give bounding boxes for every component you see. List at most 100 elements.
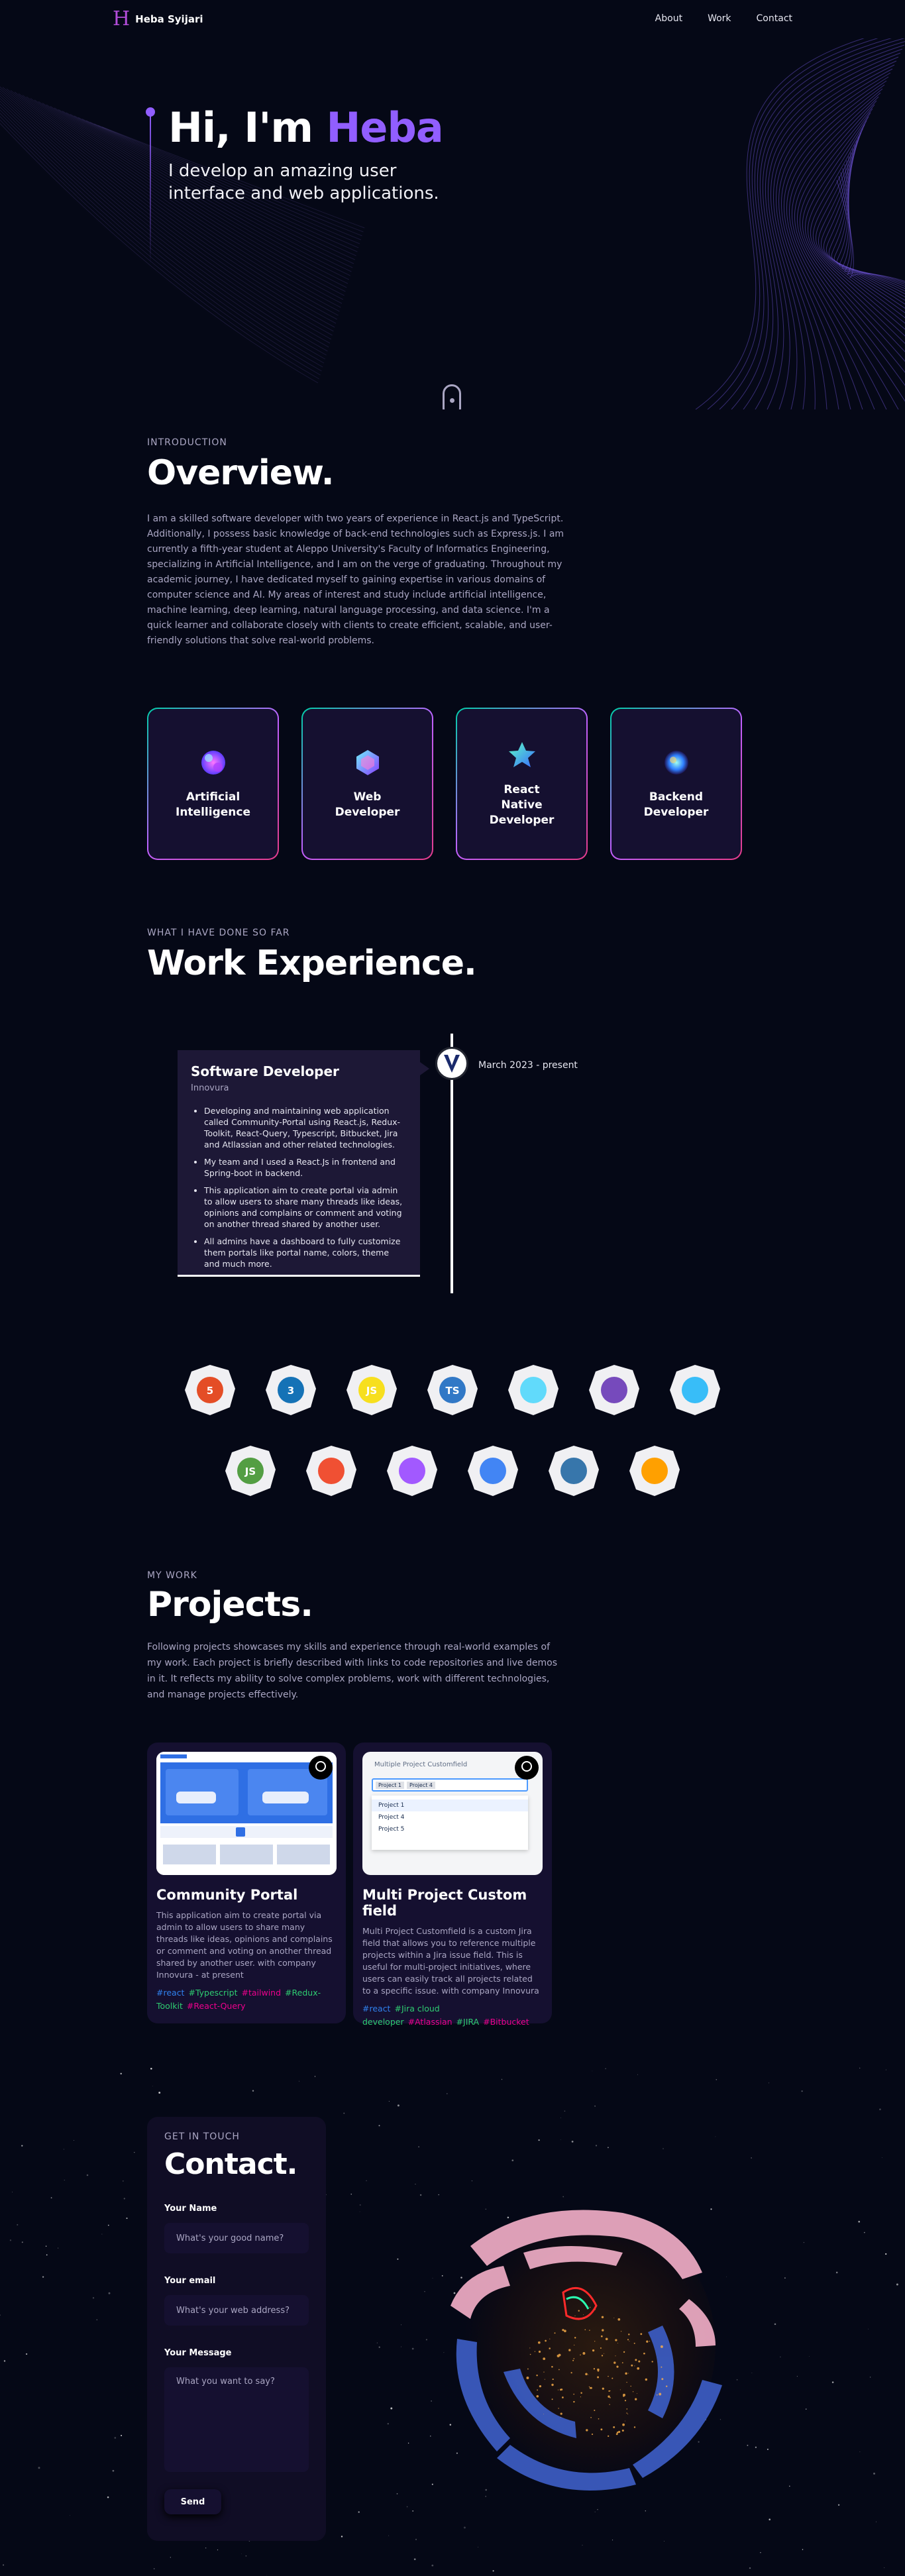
experience-company: Innovura [191,1083,229,1093]
firebase-icon [628,1444,681,1497]
nav-link-about[interactable]: About [655,13,682,24]
project-title: Community Portal [156,1887,298,1903]
project-card[interactable]: Multiple Project Customfield Project 1 P… [353,1743,552,2027]
experience-title: Work Experience. [147,943,477,983]
contact-title: Contact. [164,2147,297,2181]
github-icon[interactable] [309,1756,333,1780]
nav-links: About Work Contact [655,13,792,24]
contact-eyebrow: GET IN TOUCH [164,2131,240,2142]
chrome-icon [466,1444,519,1497]
scroll-down-indicator[interactable] [443,384,461,409]
svg-text:JS: JS [244,1466,256,1477]
python-icon [547,1444,600,1497]
mobile-icon [508,741,535,767]
email-input[interactable]: What's your web address? [164,2295,309,2326]
project-tag: #tailwind [241,1988,282,1998]
experience-point: All admins have a dashboard to fully cus… [204,1236,407,1269]
html-icon: 5 [184,1364,237,1417]
mock-option: Project 1 [372,1799,528,1811]
project-tags: #react #Typescript #tailwind #Redux-Toolkit… [156,1986,337,2013]
tailwind-icon [668,1364,721,1417]
service-title: Web Developer [335,790,400,819]
hero-title-prefix: Hi, I'm [168,103,327,152]
nav-link-work[interactable]: Work [708,13,731,24]
experience-points: Developing and maintaining web applicati… [191,1105,407,1269]
overview-section: INTRODUCTION Overview. I am a skilled so… [147,437,571,649]
hero-subtitle: I develop an amazing user interface and … [168,161,439,203]
git-icon [305,1444,358,1497]
javascript-icon: JS [345,1364,398,1417]
experience-point: My team and I used a React.Js in fronten… [204,1156,407,1179]
typescript-icon: TS [426,1364,479,1417]
projects-intro: Following projects showcases my skills a… [147,1642,557,1700]
project-tag: #react [362,2004,391,2013]
mock-option: Project 4 [378,1814,405,1821]
service-card: Artificial Intelligence [147,708,279,860]
svg-text:JS: JS [366,1385,377,1397]
project-tag: #JIRA [456,2017,480,2027]
svg-text:5: 5 [207,1385,213,1397]
service-title: Backend Developer [643,790,709,819]
project-description: This application aim to create portal vi… [156,1910,333,1980]
project-screenshot: Multiple Project Customfield Project 1 P… [362,1752,543,1875]
mock-chip: Project 4 [407,1781,436,1789]
project-tag: #React-Query [186,2001,246,2011]
send-button[interactable]: Send [164,2489,221,2514]
project-title: Multi Project Custom field [362,1887,527,1919]
project-tag: #Atlassian [407,2017,452,2027]
hero-accent-line [150,111,151,264]
name-input[interactable]: What's your good name? [164,2223,309,2253]
earth-3d-model [451,2206,722,2491]
navbar: H Heba Syijari About Work Contact [0,0,905,38]
mock-dropdown: Project 1 Project 4 Project 5 [372,1796,528,1850]
experience-section: WHAT I HAVE DONE SO FAR Work Experience. [147,928,477,983]
hero-title: Hi, I'm Heba [168,103,444,152]
css-icon: 3 [264,1364,317,1417]
experience-card: Software Developer Innovura Developing a… [178,1050,429,1277]
contact-form: GET IN TOUCH Contact. Your Name What's y… [147,2117,326,2541]
project-tag: #Typescript [188,1988,238,1998]
service-card: React Native Developer [456,708,588,860]
projects-section: MY WORK Projects. Following projects sho… [147,1570,558,1703]
mock-select: Project 1 Project 4 [372,1778,528,1792]
name-label: Your Name [164,2204,217,2214]
react-icon [507,1364,560,1417]
projects-title: Projects. [147,1585,313,1625]
logo-mark: H [113,7,131,30]
project-tag: #react [156,1988,185,1998]
hero-section: Hi, I'm Heba I develop an amazing user i… [0,38,905,409]
experience-point: Developing and maintaining web applicati… [204,1105,407,1150]
figma-icon [386,1444,439,1497]
project-card[interactable]: Community Portal This application aim to… [147,1743,346,2023]
experience-date: March 2023 - present [478,1060,578,1071]
service-card: Backend Developer [610,708,742,860]
experience-role: Software Developer [191,1063,339,1079]
logo[interactable]: H Heba Syijari [113,9,203,29]
experience-point: This application aim to create portal vi… [204,1185,407,1230]
redux-icon [588,1364,641,1417]
project-tag: #Bitbucket [483,2017,529,2027]
projects-eyebrow: MY WORK [147,1570,197,1581]
hero-title-name: Heba [326,103,444,152]
svg-text:3: 3 [288,1385,294,1397]
web-icon [356,750,379,775]
overview-eyebrow: INTRODUCTION [147,437,227,448]
mock-option: Project 5 [378,1826,405,1833]
scroll-dot-icon [450,398,454,403]
services-list: Artificial Intelligence Web Developer Re… [147,708,742,860]
mock-chip: Project 1 [376,1781,405,1789]
service-card: Web Developer [301,708,433,860]
overview-title: Overview. [147,453,334,493]
overview-paragraph: I am a skilled software developer with t… [147,513,564,646]
backend-icon [664,751,688,775]
project-screenshot [156,1752,337,1875]
service-title: React Native Developer [489,782,555,827]
project-tags: #react #Jira cloud developer #Atlassian #JI… [362,2002,543,2029]
company-logo-icon [435,1047,468,1080]
project-description: Multi Project Customfield is a custom Ji… [362,1926,539,1996]
nodejs-icon: JS [224,1444,277,1497]
github-icon[interactable] [515,1756,539,1780]
email-label: Your email [164,2276,216,2286]
message-textarea[interactable]: What you want to say? [164,2367,309,2472]
nav-link-contact[interactable]: Contact [757,13,792,24]
